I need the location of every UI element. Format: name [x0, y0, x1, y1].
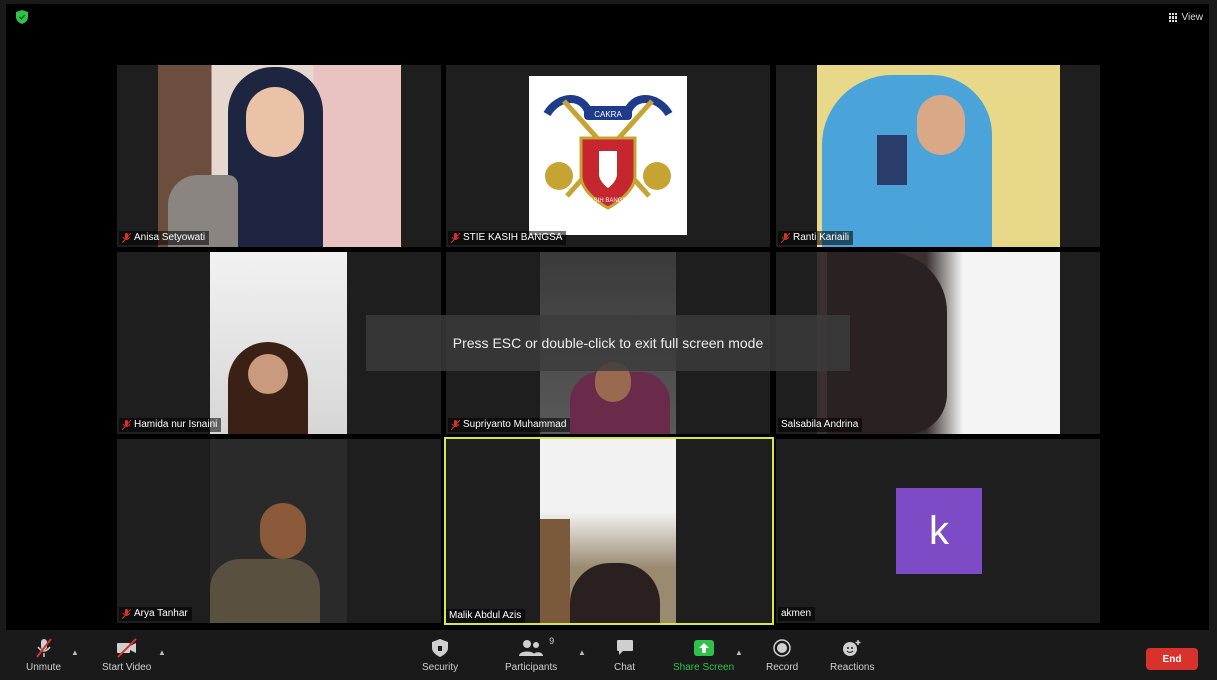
- avatar-letter: k: [929, 508, 949, 553]
- security-label: Security: [422, 662, 459, 673]
- participants-button[interactable]: 9 Participants: [505, 636, 558, 673]
- active-speaker-tile[interactable]: Malik Abdul Azis: [444, 437, 774, 625]
- end-meeting-button[interactable]: End: [1146, 648, 1198, 670]
- participant-name-tag: Anisa Setyowati: [119, 231, 210, 245]
- audio-options-caret[interactable]: ▲: [71, 648, 79, 657]
- participant-name: Hamida nur Isnaini: [134, 419, 218, 430]
- participant-video: [540, 439, 676, 623]
- grid-icon: [1168, 13, 1178, 22]
- participants-label: Participants: [505, 662, 558, 673]
- reactions-label: Reactions: [830, 662, 875, 673]
- participant-video: [158, 65, 401, 247]
- video-tile[interactable]: Ranti Kariaili: [776, 65, 1100, 247]
- fullscreen-exit-banner: Press ESC or double-click to exit full s…: [366, 315, 850, 371]
- participant-name: akmen: [781, 608, 812, 619]
- video-options-caret[interactable]: ▲: [158, 648, 166, 657]
- muted-mic-icon: [35, 638, 53, 658]
- participant-name: Supriyanto Muhammad: [463, 419, 567, 430]
- participant-name-tag: Hamida nur Isnaini: [119, 418, 222, 432]
- participant-name-tag: Ranti Kariaili: [778, 231, 854, 245]
- participant-name: STIE KASIH BANGSA: [463, 232, 563, 243]
- start-video-label: Start Video: [102, 662, 152, 673]
- record-button[interactable]: Record: [766, 638, 798, 673]
- muted-mic-icon: [781, 232, 790, 243]
- participants-icon: 9: [519, 636, 554, 658]
- view-label: View: [1181, 12, 1204, 23]
- logo-shield-text: KASIH BANGSA: [586, 198, 631, 204]
- chat-bubble-icon: [616, 638, 634, 658]
- start-video-button[interactable]: Start Video: [102, 638, 151, 673]
- avatar: k: [896, 488, 982, 574]
- participant-video: CAKRA KASIH BANGSA: [529, 76, 687, 235]
- view-button[interactable]: View: [1168, 12, 1204, 23]
- muted-mic-icon: [122, 608, 131, 619]
- share-screen-label: Share Screen: [673, 662, 735, 673]
- participants-options-caret[interactable]: ▲: [578, 648, 586, 657]
- participant-name-tag: Supriyanto Muhammad: [448, 418, 571, 432]
- participant-video: [817, 65, 1060, 247]
- participant-video: [817, 252, 1060, 434]
- video-tile[interactable]: k akmen: [776, 439, 1100, 623]
- share-screen-icon: [693, 638, 715, 658]
- encryption-shield-icon[interactable]: [16, 10, 28, 24]
- participant-name: Ranti Kariaili: [793, 232, 850, 243]
- participant-name-tag: Salsabila Andrina: [778, 418, 863, 432]
- participant-name: Arya Tanhar: [134, 608, 188, 619]
- participant-name: Anisa Setyowati: [134, 232, 206, 243]
- video-tile[interactable]: Arya Tanhar: [117, 439, 441, 623]
- record-icon: [773, 638, 791, 658]
- record-label: Record: [766, 662, 799, 673]
- participant-name-tag: akmen: [778, 607, 816, 621]
- share-screen-button[interactable]: Share Screen: [673, 638, 734, 673]
- chat-button[interactable]: Chat: [614, 638, 635, 673]
- participant-name-tag: Arya Tanhar: [119, 607, 192, 621]
- organization-logo: CAKRA KASIH BANGSA: [543, 95, 673, 210]
- chat-label: Chat: [614, 662, 636, 673]
- muted-mic-icon: [122, 419, 131, 430]
- end-label: End: [1162, 653, 1182, 665]
- participant-video: [210, 439, 347, 623]
- muted-mic-icon: [451, 419, 460, 430]
- unmute-button[interactable]: Unmute: [26, 638, 61, 673]
- participant-name-tag: STIE KASIH BANGSA: [448, 231, 567, 245]
- video-tile[interactable]: Anisa Setyowati: [117, 65, 441, 247]
- participant-name-tag: Malik Abdul Azis: [446, 609, 526, 623]
- muted-mic-icon: [451, 232, 460, 243]
- participant-video: [210, 252, 347, 434]
- video-off-icon: [116, 638, 138, 658]
- share-options-caret[interactable]: ▲: [735, 648, 743, 657]
- unmute-label: Unmute: [26, 662, 62, 673]
- muted-mic-icon: [122, 232, 131, 243]
- shield-icon: [432, 638, 449, 658]
- banner-text: Press ESC or double-click to exit full s…: [452, 335, 764, 351]
- video-tile[interactable]: CAKRA KASIH BANGSA STIE KASIH BANGSA: [446, 65, 770, 247]
- participants-count-badge: 9: [549, 636, 555, 646]
- security-button[interactable]: Security: [422, 638, 458, 673]
- reactions-emoji-icon: [842, 638, 862, 658]
- logo-ribbon-text: CAKRA: [594, 110, 622, 119]
- participant-name: Malik Abdul Azis: [449, 610, 522, 621]
- participant-name: Salsabila Andrina: [781, 419, 859, 430]
- meeting-toolbar: [0, 630, 1217, 680]
- reactions-button[interactable]: Reactions: [830, 638, 874, 673]
